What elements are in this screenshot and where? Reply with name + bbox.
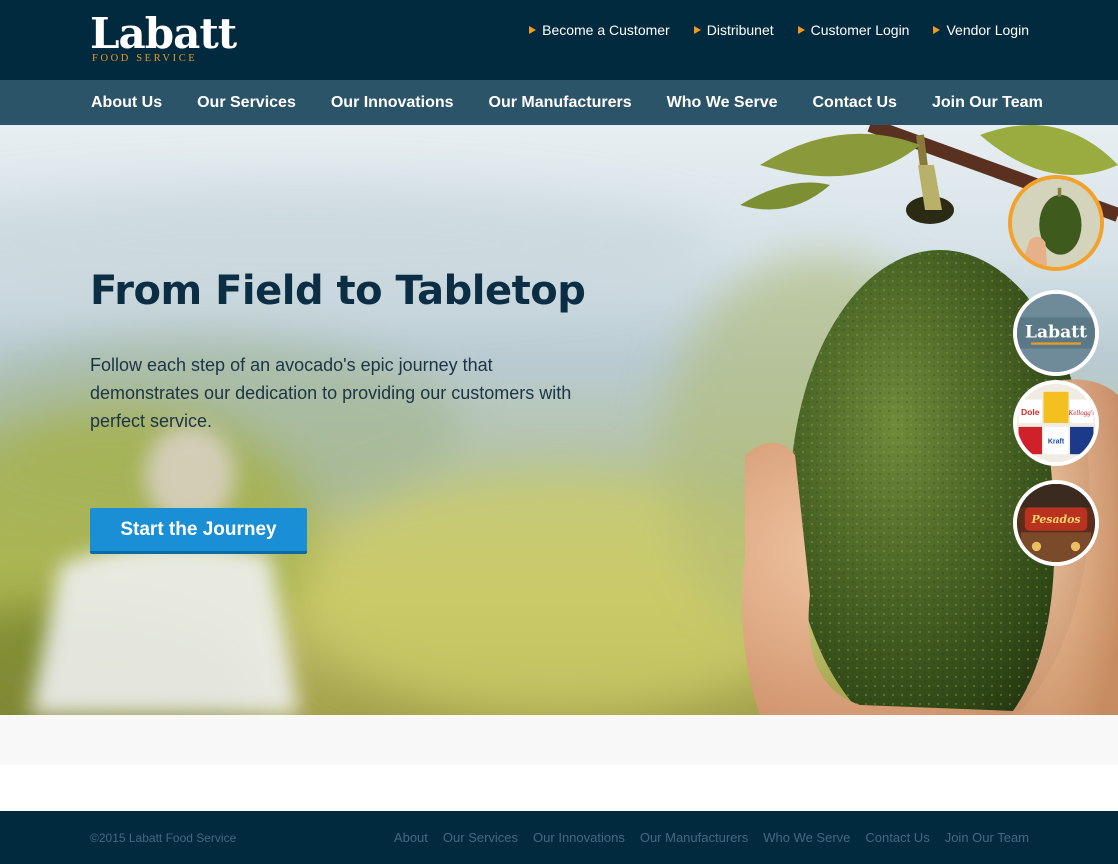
nav-our-services[interactable]: Our Services — [197, 94, 296, 112]
main-nav: About Us Our Services Our Innovations Ou… — [0, 80, 1118, 125]
become-customer-link[interactable]: Become a Customer — [529, 22, 670, 38]
spacer-band — [0, 765, 1118, 811]
avocado-thumbnail-icon — [1012, 179, 1100, 267]
hero-title: From Field to Tabletop — [90, 268, 586, 314]
vendor-login-link[interactable]: Vendor Login — [933, 22, 1029, 38]
footer-link-our-services[interactable]: Our Services — [443, 830, 518, 845]
footer-link-join-our-team[interactable]: Join Our Team — [945, 830, 1029, 845]
journey-step-labatt[interactable]: Labatt — [1013, 290, 1099, 376]
restaurant-sign-text: Pesados — [1030, 513, 1080, 526]
journey-step-avocado[interactable] — [1008, 175, 1104, 271]
start-journey-button[interactable]: Start the Journey — [90, 508, 307, 554]
labatt-logo[interactable]: Labatt FOOD SERVICE — [90, 12, 237, 68]
copyright-text: ©2015 Labatt Food Service — [90, 831, 237, 845]
restaurant-sign-icon: Pesados — [1017, 484, 1095, 562]
footer-nav: About Our Services Our Innovations Our M… — [394, 830, 1029, 845]
util-link-label: Customer Login — [810, 22, 910, 38]
logo-tagline: FOOD SERVICE — [92, 53, 198, 64]
customer-login-link[interactable]: Customer Login — [797, 22, 910, 38]
arrow-right-icon — [933, 26, 941, 34]
journey-step-manufacturers[interactable]: Dole Kellogg's Kraft — [1013, 380, 1099, 466]
footer-link-about[interactable]: About — [394, 830, 428, 845]
journey-step-restaurant[interactable]: Pesados — [1013, 480, 1099, 566]
nav-contact-us[interactable]: Contact Us — [813, 94, 897, 112]
content-band — [0, 715, 1118, 765]
brand-dole-text: Dole — [1021, 407, 1040, 417]
footer-link-our-innovations[interactable]: Our Innovations — [533, 830, 625, 845]
footer-link-who-we-serve[interactable]: Who We Serve — [763, 830, 850, 845]
brand-kelloggs-text: Kellogg's — [1068, 409, 1095, 417]
footer: ©2015 Labatt Food Service About Our Serv… — [0, 811, 1118, 864]
arrow-right-icon — [529, 26, 537, 34]
hero-section: From Field to Tabletop Follow each step … — [0, 125, 1118, 715]
arrow-right-icon — [797, 26, 805, 34]
labatt-truck-icon: Labatt — [1017, 294, 1095, 372]
logo-wordmark: Labatt — [90, 9, 237, 58]
manufacturer-products-icon: Dole Kellogg's Kraft — [1017, 384, 1095, 462]
nav-who-we-serve[interactable]: Who We Serve — [667, 94, 778, 112]
hero-description: Follow each step of an avocado's epic jo… — [90, 355, 572, 431]
nav-about-us[interactable]: About Us — [91, 94, 162, 112]
nav-our-manufacturers[interactable]: Our Manufacturers — [489, 94, 632, 112]
util-link-label: Vendor Login — [946, 22, 1029, 38]
distribunet-link[interactable]: Distribunet — [693, 22, 774, 38]
util-link-label: Become a Customer — [542, 22, 670, 38]
nav-join-our-team[interactable]: Join Our Team — [932, 94, 1043, 112]
footer-link-contact-us[interactable]: Contact Us — [865, 830, 929, 845]
nav-our-innovations[interactable]: Our Innovations — [331, 94, 454, 112]
utility-nav: Become a Customer Distribunet Customer L… — [529, 22, 1029, 38]
brand-kraft-text: Kraft — [1048, 438, 1065, 445]
top-header: Labatt FOOD SERVICE Become a Customer Di… — [0, 0, 1118, 80]
footer-link-our-manufacturers[interactable]: Our Manufacturers — [640, 830, 748, 845]
arrow-right-icon — [693, 26, 701, 34]
util-link-label: Distribunet — [706, 22, 774, 38]
step-logo-text: Labatt — [1025, 323, 1087, 343]
